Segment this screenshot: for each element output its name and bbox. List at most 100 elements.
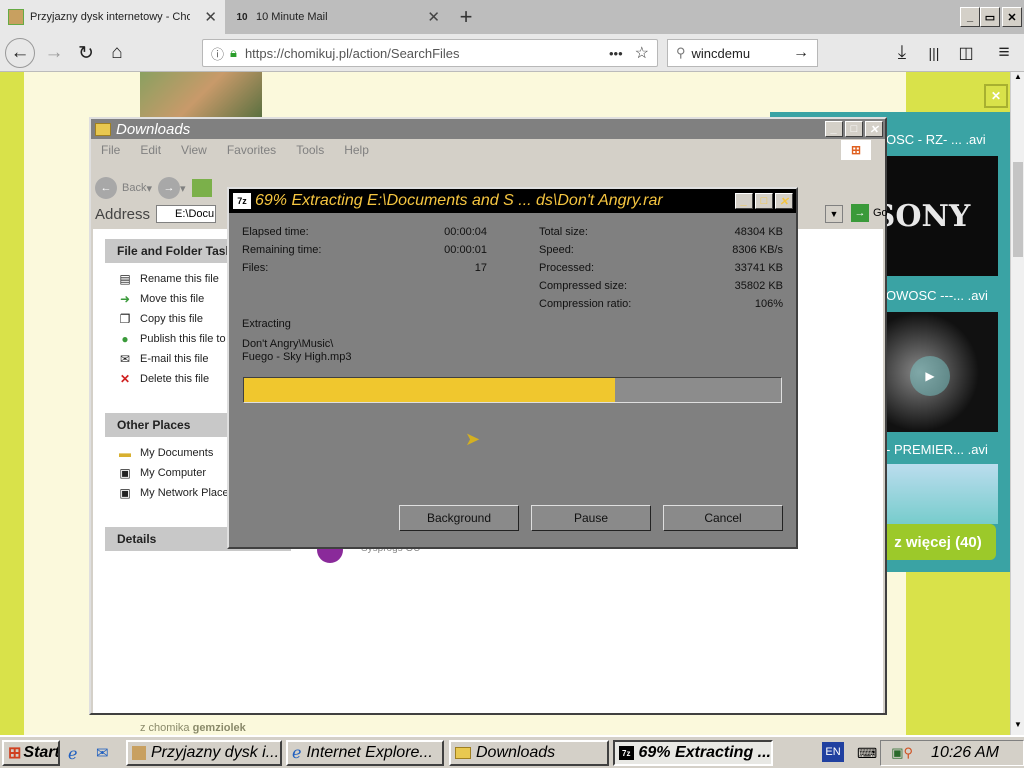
back-arrow-icon[interactable]: ← xyxy=(5,38,35,68)
minimize-button[interactable]: _ xyxy=(825,121,843,137)
system-tray: ⌨ ▣ ⚲ 10:26 AM xyxy=(857,740,1024,766)
search-value[interactable]: wincdemu xyxy=(692,46,751,61)
info-icon[interactable]: ⓘ xyxy=(211,44,224,63)
go-button[interactable]: → Go xyxy=(851,204,888,222)
minimize-button[interactable]: _ xyxy=(960,7,980,27)
cancel-button[interactable]: Cancel xyxy=(663,505,783,531)
bookmark-star-icon[interactable]: ☆ xyxy=(635,43,649,63)
play-icon[interactable]: ▶ xyxy=(910,356,950,396)
minimize-button[interactable]: _ xyxy=(735,193,753,209)
restore-button[interactable]: ▭ xyxy=(980,7,1000,27)
place-label: My Network Places xyxy=(140,487,235,499)
video-title[interactable]: OWOSC ---... .avi xyxy=(886,288,988,303)
video-title[interactable]: - PREMIER... .avi xyxy=(886,442,988,457)
rename-icon: ▤ xyxy=(119,272,131,286)
browser-tab-bar: Przyjazny dysk internetowy - Chom ✕ 10 1… xyxy=(0,0,1024,34)
current-file: Fuego - Sky High.mp3 xyxy=(242,351,352,363)
chevron-down-icon[interactable]: ▼ xyxy=(825,205,843,223)
tab-chomikuj[interactable]: Przyjazny dysk internetowy - Chom ✕ xyxy=(0,0,225,34)
page-actions-icon[interactable]: ••• xyxy=(609,46,623,61)
more-button[interactable]: z więcej (40) xyxy=(880,524,996,560)
menu-favorites[interactable]: Favorites xyxy=(227,143,276,157)
scroll-down-icon[interactable]: ▼ xyxy=(1012,720,1024,734)
start-button[interactable]: ⊞ Start xyxy=(2,740,60,766)
sidebar-icon[interactable]: ◫ xyxy=(952,39,980,67)
back-button[interactable]: ← Back ▾ xyxy=(95,177,152,199)
url-bar[interactable]: ⓘ 🔒︎ https://chomikuj.pl/action/SearchFi… xyxy=(202,39,658,67)
reload-icon[interactable]: ↻ xyxy=(72,39,100,67)
stat-label: Compression ratio: xyxy=(539,298,632,310)
menu-help[interactable]: Help xyxy=(344,143,369,157)
email-icon: ✉ xyxy=(119,352,131,366)
taskbar-item-downloads[interactable]: Downloads xyxy=(449,740,609,766)
stat-value: 35802 KB xyxy=(734,280,783,292)
taskbar-item-extracting[interactable]: 7z 69% Extracting ... xyxy=(613,740,773,766)
taskbar: ⊞ Start ℯ ✉ Przyjazny dysk i... ℯ Intern… xyxy=(0,735,1024,768)
search-input[interactable]: ⚲ wincdemu → xyxy=(667,39,818,67)
stat-value: 106% xyxy=(754,298,783,310)
menu-edit[interactable]: Edit xyxy=(140,143,161,157)
library-icon[interactable]: ||| xyxy=(920,39,948,67)
pause-button[interactable]: Pause xyxy=(531,505,651,531)
windows-logo-icon: ⊞ xyxy=(841,140,871,160)
windows-flag-icon: ⊞ xyxy=(8,745,22,762)
menu-tools[interactable]: Tools xyxy=(296,143,324,157)
thumbnail-image[interactable] xyxy=(140,72,262,118)
forward-arrow-icon[interactable]: → xyxy=(40,39,68,67)
menu-view[interactable]: View xyxy=(181,143,207,157)
close-icon[interactable]: ✕ xyxy=(204,8,217,26)
background-button[interactable]: Background xyxy=(399,505,519,531)
go-label: Go xyxy=(873,207,888,219)
status-label: Extracting xyxy=(242,318,291,330)
7zip-icon: 7z xyxy=(619,746,634,760)
video-thumbnail[interactable]: SONY xyxy=(874,156,998,276)
close-button[interactable]: ✕ xyxy=(1002,7,1022,27)
new-tab-button[interactable]: + xyxy=(452,4,480,30)
close-icon[interactable]: ✕ xyxy=(984,84,1008,108)
address-input[interactable]: E:\Docu xyxy=(156,205,217,223)
close-button[interactable]: ✕ xyxy=(775,193,793,209)
stat-value: 00:00:04 xyxy=(444,226,487,238)
ie-quicklaunch-icon[interactable]: ℯ xyxy=(68,744,77,764)
outlook-quicklaunch-icon[interactable]: ✉ xyxy=(96,744,109,762)
forward-arrow-icon: → xyxy=(158,177,180,199)
dialog-titlebar[interactable]: 7z 69% Extracting E:\Documents and S ...… xyxy=(229,189,796,213)
page-scrollbar[interactable]: ▲ ▼ xyxy=(1010,72,1024,735)
video-thumbnail[interactable] xyxy=(886,464,998,524)
maximize-button[interactable]: □ xyxy=(845,121,863,137)
taskbar-item-label: Przyjazny dysk i... xyxy=(151,744,280,761)
up-folder-icon[interactable] xyxy=(191,179,212,197)
taskbar-item-ie[interactable]: ℯ Internet Explore... xyxy=(286,740,444,766)
clock: 10:26 AM xyxy=(931,744,999,761)
keyboard-icon[interactable]: ⌨ xyxy=(857,745,877,762)
search-go-icon[interactable]: → xyxy=(793,44,809,62)
extract-dialog: 7z 69% Extracting E:\Documents and S ...… xyxy=(227,187,798,549)
stat-label: Processed: xyxy=(539,262,595,274)
tab-favicon-text: 10 xyxy=(236,11,248,23)
scrollbar-thumb[interactable] xyxy=(1013,162,1023,257)
dialog-title: 69% Extracting E:\Documents and S ... ds… xyxy=(255,192,663,209)
scroll-up-icon[interactable]: ▲ xyxy=(1012,72,1024,86)
forward-button[interactable]: → ▾ xyxy=(158,177,186,199)
close-icon[interactable]: ✕ xyxy=(427,8,440,26)
menu-icon[interactable]: ≡ xyxy=(990,39,1018,67)
network-icon: ▣ xyxy=(119,486,131,500)
search-icon[interactable]: ⚲ xyxy=(904,745,914,761)
video-title[interactable]: OSC - RZ- ... .avi xyxy=(886,132,986,147)
tab-10-minute-mail[interactable]: 10 10 Minute Mail ✕ xyxy=(226,0,448,34)
url-text[interactable]: https://chomikuj.pl/action/SearchFiles xyxy=(245,46,460,61)
page-footer: z chomika gemziolek xyxy=(140,722,246,734)
stat-value: 48304 KB xyxy=(734,226,783,238)
home-icon[interactable]: ⌂ xyxy=(103,39,131,67)
taskbar-item-browser[interactable]: Przyjazny dysk i... xyxy=(126,740,282,766)
download-icon[interactable]: ⤓ xyxy=(888,39,916,67)
maximize-button[interactable]: □ xyxy=(755,193,773,209)
video-thumbnail[interactable]: ▶ xyxy=(886,312,998,432)
move-icon: ➜ xyxy=(119,292,131,306)
close-button[interactable]: ✕ xyxy=(865,121,883,137)
network-icon[interactable]: ▣ xyxy=(891,745,903,761)
menu-file[interactable]: File xyxy=(101,143,120,157)
footer-user[interactable]: gemziolek xyxy=(193,722,246,734)
explorer-titlebar[interactable]: Downloads _ □ ✕ xyxy=(91,119,885,139)
language-indicator[interactable]: EN xyxy=(822,742,844,762)
